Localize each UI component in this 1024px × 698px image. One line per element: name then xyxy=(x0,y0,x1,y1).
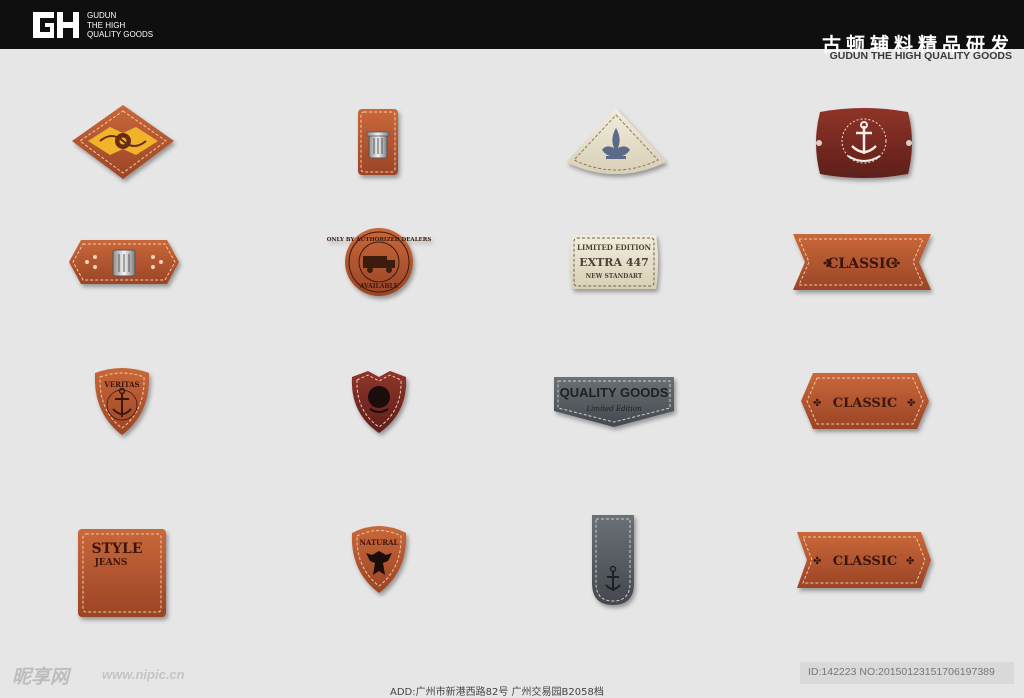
fleur-icon: ✤ xyxy=(891,257,900,270)
fleur-icon: ✤ xyxy=(813,398,821,409)
watermark-text: 昵享网 xyxy=(12,666,70,688)
style-jeans-patch: STYLE JEANS xyxy=(77,528,167,618)
brand-line-2: THE HIGH xyxy=(87,20,126,30)
fleur-icon: ✤ xyxy=(907,398,915,409)
natural-text: NATURAL xyxy=(360,538,399,547)
badge-truck-bottom-text: AVAILABLE xyxy=(359,283,399,290)
brand-logo-icon xyxy=(30,9,82,41)
diamond-ornament-label xyxy=(70,103,176,181)
style-text: STYLE xyxy=(91,541,142,557)
brand-line-1: GUDUN xyxy=(87,11,117,20)
crown-tag-label xyxy=(357,108,399,176)
limited-line-2: EXTRA 447 xyxy=(579,256,649,269)
quality-goods-text: QUALITY GOODS xyxy=(560,385,669,400)
veritas-shield-label: VERITAS xyxy=(91,365,153,437)
brand-line-3: QUALITY GOODS xyxy=(87,30,154,39)
classic-ribbon-label-1: CLASSIC ✤ ✤ xyxy=(791,232,933,294)
limited-line-3: NEW STANDART xyxy=(586,273,643,280)
classic-3-text: CLASSIC xyxy=(833,554,898,569)
fleur-icon: ✤ xyxy=(813,556,821,567)
image-id-text: ID:142223 NO:20150123151706197389 xyxy=(808,666,995,678)
limited-script-text: Limited Edition xyxy=(585,405,642,413)
fleur-icon: ✤ xyxy=(823,257,832,270)
fleur-icon: ✤ xyxy=(906,556,914,567)
jeans-text: JEANS xyxy=(94,558,128,568)
truck-round-badge: ONLY BY AUTHORIZED DEALERS AVAILABLE xyxy=(327,226,431,298)
slate-anchor-tag xyxy=(590,513,636,607)
header-bar: GUDUN THE HIGH QUALITY GOODS 古顿辅料精品研发 xyxy=(0,0,1024,56)
fleur-de-lis-label xyxy=(564,106,668,180)
limited-line-1: LIMITED EDITION xyxy=(577,243,652,252)
anchor-crest-label xyxy=(808,106,920,180)
limited-edition-label: LIMITED EDITION EXTRA 447 NEW STANDART xyxy=(566,233,662,291)
page-subtitle-en: GUDUN THE HIGH QUALITY GOODS xyxy=(829,50,1012,62)
classic-1-text: CLASSIC xyxy=(827,256,896,272)
veritas-text: VERITAS xyxy=(103,380,139,389)
classic-ribbon-label-3: CLASSIC ✤ ✤ xyxy=(795,530,933,590)
badge-truck-top-text: ONLY BY AUTHORIZED DEALERS xyxy=(327,237,432,243)
belt-crown-label xyxy=(67,236,181,288)
natural-eagle-shield: NATURAL xyxy=(348,521,410,595)
classic-ribbon-label-2: CLASSIC ✤ ✤ xyxy=(799,371,931,433)
watermark-url: www.nipic.cn xyxy=(102,667,185,682)
lion-crest-label xyxy=(348,367,410,435)
brand-text: GUDUN THE HIGH QUALITY GOODS xyxy=(87,11,153,40)
quality-goods-label: QUALITY GOODS Limited Edition xyxy=(552,375,676,429)
classic-2-text: CLASSIC xyxy=(833,396,898,411)
address-text: ADD:广州市新港西路82号 广州交易园B2058档 xyxy=(390,687,604,698)
